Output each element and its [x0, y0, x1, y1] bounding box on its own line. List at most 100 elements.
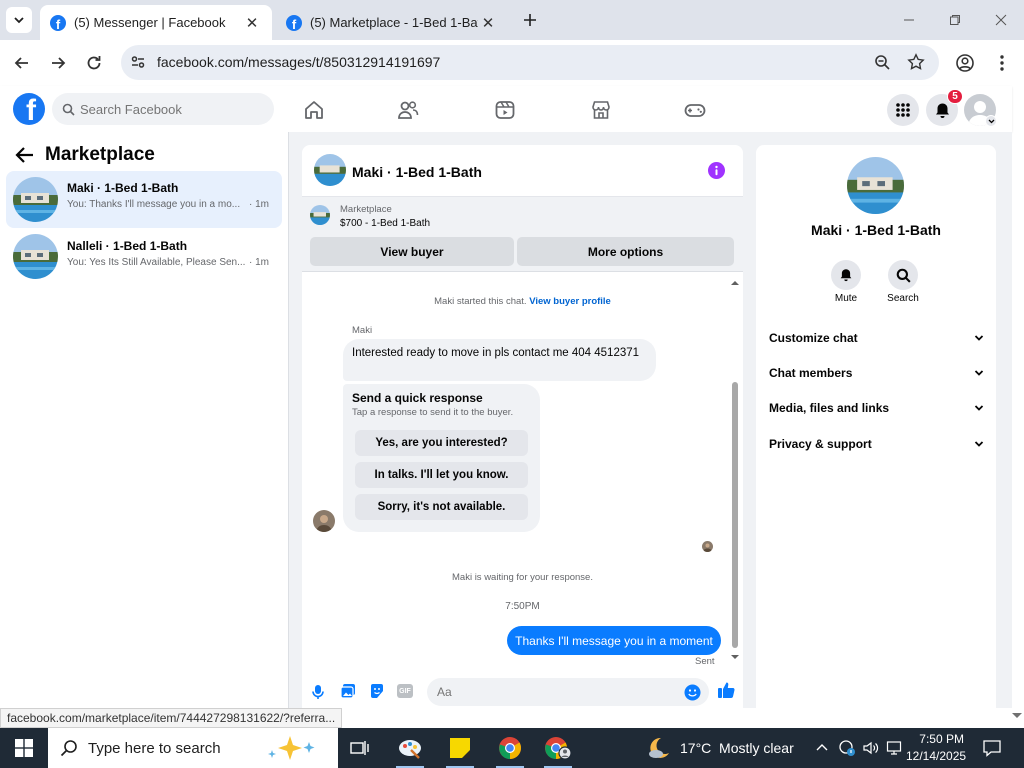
emoji-icon[interactable]	[684, 684, 701, 701]
tab-search-button[interactable]	[6, 7, 32, 33]
microphone-icon	[312, 685, 324, 699]
facebook-logo-icon[interactable]: f	[13, 93, 45, 125]
view-buyer-profile-link[interactable]: View buyer profile	[529, 296, 611, 307]
weather-icon[interactable]	[646, 735, 672, 761]
search-facebook-field[interactable]	[52, 93, 274, 125]
listing-thumbnail-avatar	[13, 234, 58, 279]
close-tab-icon[interactable]: ✕	[242, 14, 262, 32]
buyer-avatar[interactable]	[313, 510, 335, 532]
quick-reply-not-available[interactable]: Sorry, it's not available.	[355, 494, 528, 520]
scroll-down-arrow[interactable]	[731, 653, 739, 661]
new-tab-button[interactable]	[518, 8, 542, 32]
search-input[interactable]	[80, 93, 260, 125]
gif-icon[interactable]: GIF	[397, 684, 413, 698]
taskbar-app-chrome[interactable]	[488, 728, 532, 768]
conversation-time: · 1m	[249, 199, 269, 210]
taskbar-search-box[interactable]: Type here to search	[48, 728, 338, 768]
page-scroll-down-arrow[interactable]	[1012, 712, 1022, 720]
back-to-marketplace-button[interactable]	[15, 146, 35, 164]
minimize-icon	[904, 19, 914, 21]
tab-marketplace[interactable]: f (5) Marketplace - 1-Bed 1-Bath ✕	[276, 5, 508, 40]
incoming-message-bubble[interactable]: Interested ready to move in pls contact …	[343, 339, 656, 381]
taskbar-app-sticky-notes[interactable]	[438, 728, 482, 768]
conversation-item-maki[interactable]: Maki · 1-Bed 1-Bath You: Thanks I'll mes…	[6, 171, 282, 228]
video-icon	[495, 101, 515, 119]
listing-thumbnail[interactable]	[310, 205, 330, 225]
conversation-preview: You: Thanks I'll message you in a mo...	[67, 199, 241, 210]
search-icon	[896, 268, 911, 283]
home-nav-button[interactable]	[303, 99, 325, 121]
clock-time[interactable]: 7:50 PM	[918, 732, 964, 746]
marketplace-label: Marketplace	[340, 204, 392, 215]
restore-button[interactable]	[932, 0, 978, 40]
close-tab-icon[interactable]: ✕	[478, 14, 498, 32]
quick-reply-interested[interactable]: Yes, are you interested?	[355, 430, 528, 456]
link-hover-status: facebook.com/marketplace/item/7444272981…	[0, 708, 343, 728]
task-view-button[interactable]	[338, 728, 382, 768]
mute-button[interactable]	[831, 260, 861, 290]
friends-icon	[398, 101, 419, 119]
taskbar-app-chrome-profile[interactable]	[536, 728, 580, 768]
taskbar-app-paint[interactable]	[388, 728, 432, 768]
minimize-button[interactable]	[886, 0, 932, 40]
notification-center-button[interactable]	[982, 738, 1002, 758]
panel-title: Marketplace	[45, 144, 155, 165]
bookmark-star-icon[interactable]	[907, 53, 925, 71]
voice-clip-button[interactable]	[311, 684, 325, 700]
message-input[interactable]	[437, 678, 677, 706]
photo-icon	[340, 684, 355, 699]
sticker-button[interactable]	[369, 683, 385, 699]
tab-messenger[interactable]: f (5) Messenger | Facebook ✕	[40, 5, 272, 40]
friends-nav-button[interactable]	[397, 99, 419, 121]
chat-avatar[interactable]	[314, 154, 346, 186]
close-window-button[interactable]	[978, 0, 1024, 40]
home-icon	[305, 101, 323, 119]
outgoing-message-bubble[interactable]: Thanks I'll message you in a moment	[507, 626, 721, 655]
chrome-profile-icon	[545, 737, 572, 760]
more-options-button[interactable]: More options	[517, 237, 734, 266]
profile-avatar[interactable]	[847, 157, 904, 214]
browser-menu-button[interactable]	[992, 53, 1012, 73]
attach-media-button[interactable]	[340, 683, 356, 699]
bell-icon	[935, 103, 949, 118]
forward-button[interactable]	[48, 53, 68, 73]
view-buyer-button[interactable]: View buyer	[310, 237, 514, 266]
chat-members-section[interactable]: Chat members	[769, 366, 984, 380]
clock-date[interactable]: 12/14/2025	[906, 749, 966, 763]
search-in-conversation-button[interactable]	[888, 260, 918, 290]
media-files-links-section[interactable]: Media, files and links	[769, 401, 984, 415]
account-menu-chevron[interactable]	[985, 115, 997, 127]
chat-scrollbar-thumb[interactable]	[732, 382, 738, 648]
scroll-up-arrow[interactable]	[731, 279, 739, 287]
gaming-nav-button[interactable]	[684, 99, 706, 121]
video-nav-button[interactable]	[494, 99, 516, 121]
volume-icon[interactable]	[862, 739, 880, 757]
reload-button[interactable]	[84, 53, 104, 73]
address-bar[interactable]: facebook.com/messages/t/850312914191697	[121, 45, 939, 80]
start-button[interactable]	[2, 728, 46, 768]
notification-count-badge: 5	[947, 89, 963, 104]
chat-title[interactable]: Maki · 1-Bed 1-Bath	[352, 164, 482, 180]
zoom-icon[interactable]	[874, 54, 891, 71]
privacy-support-section[interactable]: Privacy & support	[769, 437, 984, 451]
weather-text[interactable]: 17°C Mostly clear	[680, 740, 794, 756]
customize-chat-section[interactable]: Customize chat	[769, 331, 984, 345]
network-status-icon[interactable]	[838, 739, 856, 757]
marketplace-nav-button[interactable]	[590, 99, 612, 121]
conversation-item-nalleli[interactable]: Nalleli · 1-Bed 1-Bath You: Yes Its Stil…	[6, 229, 282, 286]
listing-price-title[interactable]: $700 - 1-Bed 1-Bath	[340, 218, 430, 229]
back-button[interactable]	[12, 53, 32, 73]
conversation-info-button[interactable]	[708, 162, 725, 179]
display-project-icon[interactable]	[886, 739, 904, 757]
message-input-field[interactable]	[427, 678, 709, 706]
site-settings-icon[interactable]	[130, 54, 146, 70]
quick-reply-in-talks[interactable]: In talks. I'll let you know.	[355, 462, 528, 488]
menu-button[interactable]	[887, 94, 919, 126]
chat-window: Maki · 1-Bed 1-Bath Marketplace $700 - 1…	[302, 145, 743, 717]
send-like-button[interactable]	[717, 681, 735, 699]
profile-button[interactable]	[955, 53, 975, 73]
tab-title: (5) Messenger | Facebook	[74, 15, 226, 30]
chat-details-panel: Maki · 1-Bed 1-Bath Mute Search Customiz…	[756, 145, 996, 715]
show-hidden-icons-button[interactable]	[815, 741, 829, 753]
sticker-icon	[371, 684, 383, 698]
